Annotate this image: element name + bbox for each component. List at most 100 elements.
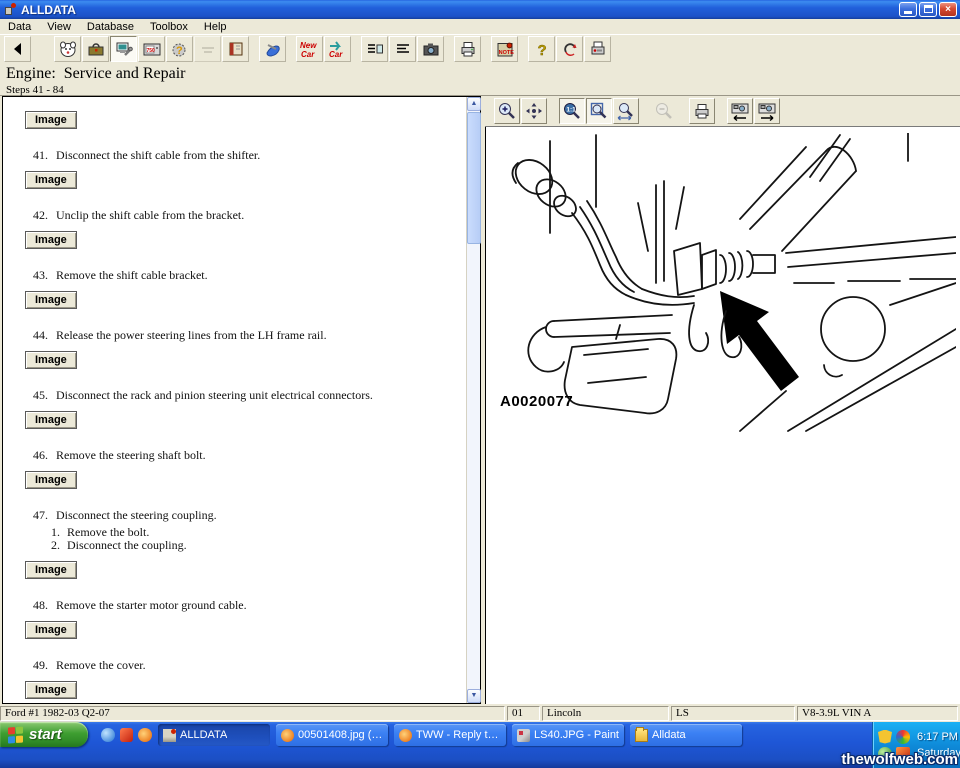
help-button[interactable]: ? [528,36,555,62]
taskbar-button-jpeg[interactable]: 00501408.jpg (JPEG ... [276,724,388,746]
actual-size-button[interactable]: 1:1 [559,98,585,124]
new-car-button[interactable]: NewCar [296,36,323,62]
firefox-icon [281,729,294,742]
step-text: Disconnect the steering coupling. [56,509,217,522]
back-button[interactable] [4,36,31,62]
menu-toolbox[interactable]: Toolbox [142,20,196,34]
disabled-button [194,36,221,62]
text-view-icon [393,39,413,59]
toolbox-icon [86,39,106,59]
image-button[interactable]: Image [25,231,77,249]
step-43: 43.Remove the shift cable bracket. [33,269,455,282]
image-button[interactable]: Image [25,681,77,699]
fit-page-icon [589,101,609,121]
vertical-scrollbar[interactable]: ▲ ▼ [466,97,480,703]
image-button[interactable]: Image [25,291,77,309]
status-make: Lincoln [542,706,669,721]
minimize-button[interactable] [899,2,917,17]
app-icon [3,3,17,16]
step-text: Disconnect the shift cable from the shif… [56,149,260,162]
search-button[interactable] [54,36,81,62]
status-engine: V8-3.9L VIN A [797,706,958,721]
refresh-button[interactable] [556,36,583,62]
substep-2: 2.Disconnect the coupling. [51,539,455,552]
watermark: thewolfweb.com [841,751,958,768]
step-text: Remove the steering shaft bolt. [56,449,206,462]
title-bar: ALLDATA × [0,0,960,19]
next-image-button[interactable] [754,98,780,124]
search-dog-icon [58,39,78,59]
scroll-down-button[interactable]: ▼ [467,689,481,703]
internet-browser-icon[interactable] [101,728,115,742]
scroll-up-button[interactable]: ▲ [467,97,481,111]
status-database: Ford #1 1982-03 Q2-07 [0,706,505,721]
image-button[interactable]: Image [25,471,77,489]
start-button[interactable]: start [0,722,88,747]
pc-repair-button[interactable] [110,36,137,62]
firefox-icon[interactable] [138,728,152,742]
taskbar-button-tww[interactable]: TWW - Reply to Topic... [394,724,506,746]
fax-print-button[interactable] [584,36,611,62]
toolbox-button[interactable] [82,36,109,62]
used-car-icon: Car [327,39,349,59]
start-label: start [29,726,62,743]
new-car-icon: NewCar [299,39,321,59]
fit-width-button[interactable] [613,98,639,124]
taskbar-button-paint[interactable]: LS40.JPG - Paint [512,724,624,746]
used-car-button[interactable]: Car [324,36,351,62]
image-button[interactable]: Image [25,111,77,129]
restore-button[interactable] [919,2,937,17]
step-45: 45.Disconnect the rack and pinion steeri… [33,389,455,402]
color-wheel-icon[interactable] [896,730,910,744]
printer-icon [458,39,478,59]
svg-text:Car: Car [329,50,343,59]
close-button[interactable]: × [939,2,957,17]
note-button[interactable]: NOTE [491,36,518,62]
security-shield-icon[interactable] [878,730,892,744]
print-image-button[interactable] [689,98,715,124]
next-image-icon [756,100,778,122]
status-code: 01 [507,706,540,721]
back-icon [8,39,28,59]
text-image-view-button[interactable] [361,36,388,62]
image-button[interactable]: Image [25,171,77,189]
alldata-icon [163,729,176,742]
book-button[interactable] [222,36,249,62]
zoom-out-button [651,98,677,124]
menu-help[interactable]: Help [196,20,235,34]
taskbar-button-alldata[interactable]: ALLDATA [158,724,270,746]
image-button[interactable]: Image [25,561,77,579]
image-viewer-pane: 1:1 [485,96,960,704]
technical-diagram [488,133,956,433]
menu-view[interactable]: View [39,20,79,34]
gear-help-button[interactable]: ? [166,36,193,62]
pan-button[interactable] [521,98,547,124]
previous-image-button[interactable] [727,98,753,124]
question-mark-icon: ? [532,39,552,59]
menu-bar: Data View Database Toolbox Help [0,19,960,34]
image-view-button[interactable] [417,36,444,62]
image-button[interactable]: Image [25,621,77,639]
fit-page-button[interactable] [586,98,612,124]
svg-text:750: 750 [146,48,155,54]
taskbar-button-folder[interactable]: Alldata [630,724,742,746]
camera-view-icon [421,39,441,59]
diagram-viewport[interactable]: A0020077 [485,127,960,704]
note-icon: NOTE [495,39,515,59]
image-button[interactable]: Image [25,411,77,429]
step-49: 49.Remove the cover. [33,659,455,672]
menu-database[interactable]: Database [79,20,142,34]
image-button[interactable]: Image [25,351,77,369]
menu-data[interactable]: Data [0,20,39,34]
fax-printer-icon [588,39,608,59]
quick-launch [96,725,152,745]
zoom-in-button[interactable] [494,98,520,124]
svg-text:?: ? [537,42,546,59]
media-player-icon[interactable] [120,728,134,742]
hand-tools-button[interactable] [259,36,286,62]
print-button[interactable] [454,36,481,62]
text-view-button[interactable] [389,36,416,62]
monitor-750-button[interactable]: 750 [138,36,165,62]
scrollbar-thumb[interactable] [467,112,481,244]
monitor-750-icon: 750 [142,39,162,59]
